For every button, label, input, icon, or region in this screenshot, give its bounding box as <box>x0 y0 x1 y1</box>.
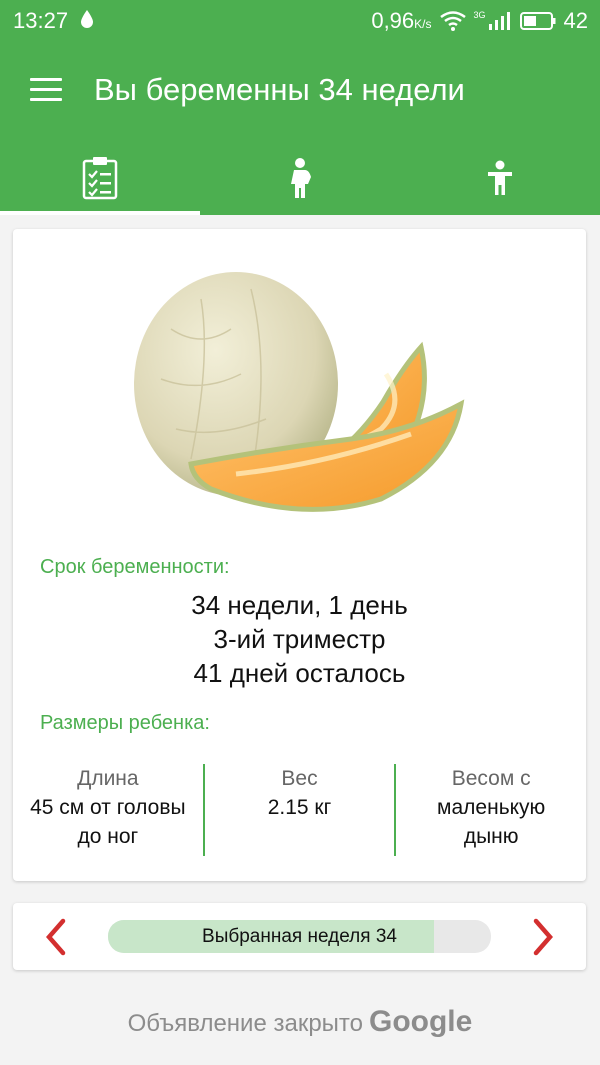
term-weeks-days: 34 недели, 1 день <box>191 590 408 620</box>
app-bar: 13:27 0,96K/s 3G 42 Вы беременны 34 неде… <box>0 0 600 215</box>
hamburger-menu-icon[interactable] <box>30 78 62 102</box>
week-info-card: Срок беременности: 34 недели, 1 день 3-и… <box>13 229 586 881</box>
stat-weight-value: 2.15 кг <box>267 796 332 819</box>
term-days-left: 41 дней осталось <box>193 658 406 688</box>
network-speed: 0,96K/s <box>371 8 431 34</box>
term-summary: 34 недели, 1 день 3-ий триместр 41 дней … <box>13 588 586 690</box>
term-trimester: 3-ий триместр <box>213 624 386 654</box>
battery-level: 42 <box>563 8 588 33</box>
status-time: 13:27 <box>13 8 69 33</box>
signal-icon <box>488 12 510 30</box>
water-drop-icon <box>81 10 93 28</box>
ad-closed-banner: Объявление закрыто Google <box>0 1005 600 1039</box>
tab-child[interactable] <box>400 140 600 215</box>
network-speed-value: 0,96 <box>371 8 415 33</box>
stat-comparison-title: Весом с <box>451 767 531 790</box>
network-speed-unit: K/s <box>414 17 432 31</box>
tab-mother[interactable] <box>200 140 400 215</box>
cantaloupe-melon-image <box>134 272 465 512</box>
week-selector[interactable]: Выбранная неделя 34 <box>108 920 491 953</box>
status-right: 0,96K/s 3G 42 <box>371 8 588 34</box>
wifi-icon <box>439 11 466 31</box>
stat-length: Длина 45 см от головы до ног <box>13 764 203 859</box>
stat-comparison-value-line2: дыню <box>463 825 519 848</box>
stat-length-title: Длина <box>77 767 139 790</box>
tab-summary[interactable] <box>0 140 200 215</box>
stat-weight-title: Вес <box>281 767 318 790</box>
status-bar: 13:27 0,96K/s 3G 42 <box>0 0 600 42</box>
google-logo: Google <box>369 1005 473 1038</box>
stat-comparison-value-line1: маленькую <box>437 796 546 819</box>
week-selector-label: Выбранная неделя 34 <box>202 925 397 947</box>
week-navigation: Выбранная неделя 34 <box>13 903 586 970</box>
stat-length-value-line1: 45 см от головы <box>30 796 186 819</box>
stat-length-value-line2: до ног <box>77 825 139 848</box>
stat-weight: Вес 2.15 кг <box>205 764 395 859</box>
baby-stats: Длина 45 см от головы до ног Вес 2.15 кг… <box>13 764 586 859</box>
battery-icon <box>519 12 556 30</box>
stat-comparison: Весом с маленькую дыню <box>396 764 586 859</box>
tab-bar <box>0 140 600 215</box>
baby-size-label: Размеры ребенка: <box>40 712 210 734</box>
network-type: 3G <box>473 10 486 20</box>
term-label: Срок беременности: <box>40 556 230 578</box>
page-title: Вы беременны 34 недели <box>94 72 465 107</box>
ad-closed-text: Объявление закрыто <box>127 1010 363 1037</box>
clipboard-checklist-icon <box>82 156 118 199</box>
chevron-left-icon[interactable] <box>41 918 71 956</box>
pregnant-woman-icon <box>291 157 311 198</box>
child-icon <box>488 160 512 195</box>
chevron-right-icon[interactable] <box>528 918 558 956</box>
